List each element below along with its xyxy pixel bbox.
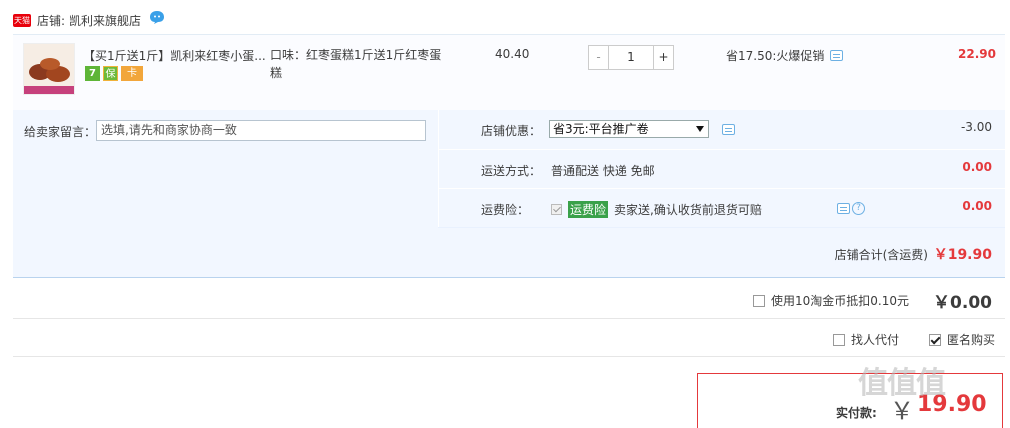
anonymous-option: 匿名购买 <box>929 331 995 348</box>
sku-label: 口味： <box>270 48 307 62</box>
shop-total-amount: ￥19.90 <box>933 247 992 263</box>
discount-label: 店铺优惠： <box>481 124 542 138</box>
seven-day-return-icon[interactable]: 7 <box>85 66 100 81</box>
coin-label: 使用10淘金币抵扣0.10元 <box>771 294 909 308</box>
promo-info-icon[interactable] <box>830 50 844 61</box>
order-item-row: 【买1斤送1斤】凯利来红枣小蛋... 7 保 卡 口味：红枣蛋糕1斤送1斤红枣蛋… <box>13 34 1005 110</box>
insurance-row: 运费险： 运费险 卖家送,确认收货前退货可赔 ? 0.00 <box>438 188 1005 227</box>
proxy-pay-checkbox[interactable] <box>833 333 845 346</box>
pay-options-row: 找人代付 匿名购买 <box>13 319 1005 357</box>
final-payment-box: 实付款: ￥ 19.90 <box>697 373 1003 428</box>
item-total-price: 22.90 <box>958 47 996 61</box>
quantity-increase-button[interactable]: + <box>653 46 673 69</box>
proxy-pay-option: 找人代付 <box>833 331 899 348</box>
taobao-coin-row: 使用10淘金币抵扣0.10元 ￥0.00 <box>13 282 1005 319</box>
product-sku: 口味：红枣蛋糕1斤送1斤红枣蛋糕 <box>270 46 450 82</box>
shop-total-row: 店铺合计(含运费) ￥19.90 <box>13 228 1005 278</box>
product-title-link[interactable]: 【买1斤送1斤】凯利来红枣小蛋... <box>83 47 273 64</box>
coin-option: 使用10淘金币抵扣0.10元 <box>753 292 909 309</box>
service-icons: 7 保 卡 <box>85 66 143 81</box>
anonymous-label: 匿名购买 <box>947 333 996 347</box>
chevron-down-icon <box>696 126 704 132</box>
shop-total-label: 店铺合计(含运费) <box>834 248 928 262</box>
unit-price: 40.40 <box>495 47 530 61</box>
coin-checkbox[interactable] <box>753 294 765 307</box>
discount-info-icon[interactable] <box>722 124 735 135</box>
insurance-text: 卖家送,确认收货前退货可赔 <box>614 203 762 217</box>
seller-message-input[interactable]: 选填,请先和商家协商一致 <box>96 120 426 141</box>
credit-card-icon[interactable]: 卡 <box>121 66 143 81</box>
insurance-option: 运费险 卖家送,确认收货前退货可赔 <box>551 201 762 218</box>
discount-value: -3.00 <box>960 120 992 134</box>
anonymous-checkbox[interactable] <box>929 333 941 346</box>
watermark: 值值值 <box>858 366 946 401</box>
tmall-badge: 天猫 <box>13 13 31 27</box>
shipping-row: 运送方式： 普通配送 快递 免邮 0.00 <box>438 149 1005 188</box>
consumer-protection-icon[interactable]: 保 <box>103 66 118 81</box>
order-detail-panel: 给卖家留言： 选填,请先和商家协商一致 店铺优惠： 省3元:平台推广卷 -3.0… <box>13 110 1005 228</box>
shipping-label: 运送方式： <box>481 164 542 178</box>
promo-text: 省17.50:火爆促销 <box>726 49 825 63</box>
item-promo: 省17.50:火爆促销 <box>726 47 844 64</box>
insurance-value: 0.00 <box>962 199 992 213</box>
wangwang-chat-icon[interactable] <box>149 10 165 24</box>
final-label: 实付款: <box>836 406 877 420</box>
product-thumbnail[interactable] <box>23 43 75 95</box>
shop-discount-row: 店铺优惠： 省3元:平台推广卷 -3.00 <box>438 110 1005 149</box>
shop-name-link[interactable]: 凯利来旗舰店 <box>69 12 141 29</box>
shipping-value: 0.00 <box>962 160 992 174</box>
insurance-checkbox <box>551 204 562 215</box>
shipping-method: 普通配送 快递 免邮 <box>551 164 655 178</box>
insurance-badge: 运费险 <box>568 201 609 218</box>
insurance-label: 运费险： <box>481 203 530 217</box>
discount-selected: 省3元:平台推广卷 <box>553 122 649 136</box>
order-options: 店铺优惠： 省3元:平台推广卷 -3.00 运送方式： 普通配送 快递 免邮 0… <box>438 110 1005 228</box>
quantity-input[interactable]: 1 <box>609 46 653 69</box>
proxy-pay-label: 找人代付 <box>851 333 900 347</box>
quantity-stepper: - 1 + <box>588 45 674 70</box>
message-label: 给卖家留言： <box>24 125 97 139</box>
insurance-icons: ? <box>831 202 865 215</box>
coin-amount: ￥0.00 <box>933 293 992 313</box>
quantity-decrease-button[interactable]: - <box>589 46 609 69</box>
insurance-info-icon[interactable] <box>837 203 850 214</box>
discount-select[interactable]: 省3元:平台推广卷 <box>549 120 709 138</box>
shop-header: 天猫 店铺: 凯利来旗舰店 <box>13 10 165 30</box>
shop-label: 店铺: <box>37 13 66 28</box>
help-icon[interactable]: ? <box>852 202 865 215</box>
